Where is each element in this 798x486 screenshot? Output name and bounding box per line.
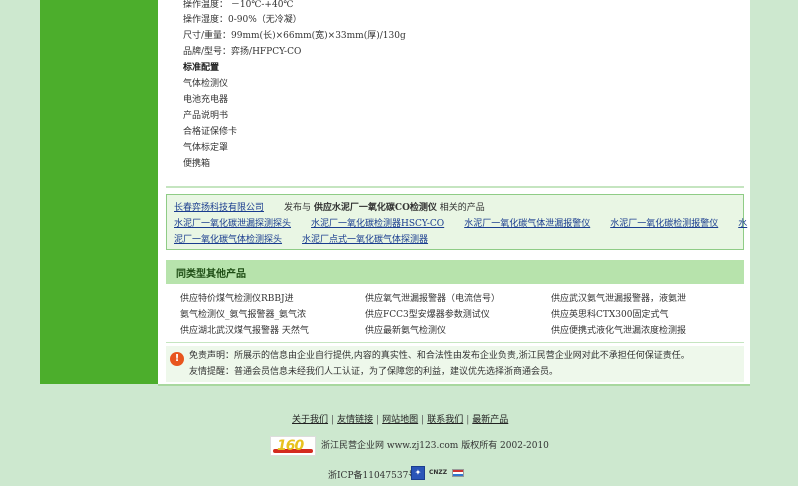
left-green-sidebar bbox=[40, 0, 158, 384]
copyright-text: 浙江民营企业网 www.zj123.com 版权所有 2002-2010 bbox=[321, 441, 549, 451]
site-logo[interactable]: 160 bbox=[270, 436, 316, 456]
related-link[interactable]: 水泥厂一氧化碳检测报警仪 bbox=[610, 219, 718, 229]
spec-item: 合格证保修卡 bbox=[183, 127, 238, 137]
footer-link-friends[interactable]: 友情链接 bbox=[337, 415, 373, 425]
related-link[interactable]: 水 bbox=[738, 219, 747, 229]
related-link[interactable]: 水泥厂点式一氧化碳气体探测器 bbox=[302, 235, 428, 245]
same-type-list: 供应特价煤气检测仪RBBJ进 供应氧气泄漏报警器（电流信号） 供应武汉氨气泄漏报… bbox=[166, 284, 744, 343]
spec-standard-title-wrap: 标准配置 bbox=[183, 61, 219, 75]
related-link[interactable]: 泥厂一氧化碳气体检测探头 bbox=[174, 235, 282, 245]
related-links-row: 泥厂一氧化碳气体检测探头 水泥厂点式一氧化碳气体探测器 bbox=[174, 233, 428, 247]
spec-item: 电池充电器 bbox=[183, 95, 229, 105]
related-link[interactable]: 水泥厂一氧化碳泄漏探测探头 bbox=[174, 219, 291, 229]
same-type-item[interactable]: 供应便携式液化气泄漏浓度检测报 bbox=[551, 324, 686, 338]
same-type-item[interactable]: 供应氧气泄漏报警器（电流信号） bbox=[365, 292, 500, 306]
footer-link-about[interactable]: 关于我们 bbox=[292, 415, 328, 425]
product-spec-section: 操作温度： －10℃-+40℃ 操作湿度：0-90%（无冷凝） 尺寸/重量：99… bbox=[166, 0, 744, 188]
disclaimer-text: 免责声明：所展示的信息由企业自行提供,内容的真实性、和合法性由发布企业负责,浙江… bbox=[189, 351, 690, 361]
footer-link-sitemap[interactable]: 网站地图 bbox=[382, 415, 418, 425]
main-content: 操作温度： －10℃-+40℃ 操作湿度：0-90%（无冷凝） 尺寸/重量：99… bbox=[158, 0, 750, 384]
related-product-name: 供应水泥厂一氧化碳CO检测仪 bbox=[313, 203, 437, 213]
related-link[interactable]: 水泥厂一氧化碳气体泄漏报警仪 bbox=[464, 219, 590, 229]
spec-item: 产品说明书 bbox=[183, 111, 229, 121]
same-type-item[interactable]: 供应湖北武汉煤气报警器 天然气 bbox=[180, 324, 309, 338]
friendly-reminder-text: 友情提醒：普通会员信息未经我们人工认证，为了保障您的利益，建议优先选择浙商通会员… bbox=[189, 367, 559, 377]
spec-item: 便携箱 bbox=[183, 159, 211, 169]
spec-size-weight: 尺寸/重量：99mm(长)×66mm(宽)×33mm(厚)/130g bbox=[183, 31, 406, 41]
same-type-item[interactable]: 供应武汉氨气泄漏报警器，液氨泄 bbox=[551, 292, 686, 306]
same-type-item[interactable]: 供应英思科CTX300固定式气 bbox=[551, 308, 668, 322]
footer-link-latest[interactable]: 最新产品 bbox=[472, 415, 508, 425]
flag-badge-icon[interactable] bbox=[452, 469, 464, 477]
same-type-title: 同类型其他产品 bbox=[176, 269, 246, 280]
footer-links: 关于我们 | 友情链接 | 网站地图 | 联系我们 | 最新产品 bbox=[292, 415, 509, 425]
related-products-box: 长春弈扬科技有限公司 发布与 供应水泥厂一氧化碳CO检测仪 相关的产品 水泥厂一氧… bbox=[166, 194, 747, 250]
police-badge-icon[interactable]: ✦ bbox=[411, 466, 425, 480]
same-type-header: 同类型其他产品 bbox=[166, 260, 744, 284]
spec-humidity: 操作湿度：0-90%（无冷凝） bbox=[183, 15, 302, 25]
published-label: 发布与 bbox=[284, 203, 312, 213]
logo-text: 160 bbox=[277, 438, 304, 454]
related-header-row: 长春弈扬科技有限公司 发布与 供应水泥厂一氧化碳CO检测仪 相关的产品 bbox=[174, 201, 485, 215]
related-link[interactable]: 水泥厂一氧化碳检测器HSCY-CO bbox=[311, 219, 444, 229]
warning-icon: ! bbox=[170, 352, 184, 366]
same-type-item[interactable]: 供应FCC3型安爆器参数测试仪 bbox=[365, 308, 490, 322]
footer-link-contact[interactable]: 联系我们 bbox=[427, 415, 463, 425]
related-links-row: 水泥厂一氧化碳泄漏探测探头 水泥厂一氧化碳检测器HSCY-CO 水泥厂一氧化碳气体泄… bbox=[174, 217, 747, 231]
spec-brand-model: 品牌/型号：弈扬/HFPCY-CO bbox=[183, 47, 302, 57]
cnzz-badge[interactable]: CNZZ bbox=[429, 466, 449, 480]
same-type-item[interactable]: 供应最新氨气检测仪 bbox=[365, 324, 446, 338]
spec-standard-title: 标准配置 bbox=[183, 63, 220, 73]
same-type-item[interactable]: 供应特价煤气检测仪RBBJ进 bbox=[180, 292, 294, 306]
content-bottom-border bbox=[158, 384, 750, 386]
spec-item: 气体检测仪 bbox=[183, 79, 229, 89]
same-type-item[interactable]: 氨气检测仪_氨气报警器_氨气浓 bbox=[180, 308, 306, 322]
disclaimer-box: ! 免责声明：所展示的信息由企业自行提供,内容的真实性、和合法性由发布企业负责,… bbox=[166, 346, 744, 382]
related-suffix: 相关的产品 bbox=[439, 203, 485, 213]
company-link[interactable]: 长春弈扬科技有限公司 bbox=[174, 203, 264, 213]
spec-item: 气体标定罩 bbox=[183, 143, 229, 153]
spec-temperature: 操作温度： －10℃-+40℃ bbox=[183, 0, 294, 10]
